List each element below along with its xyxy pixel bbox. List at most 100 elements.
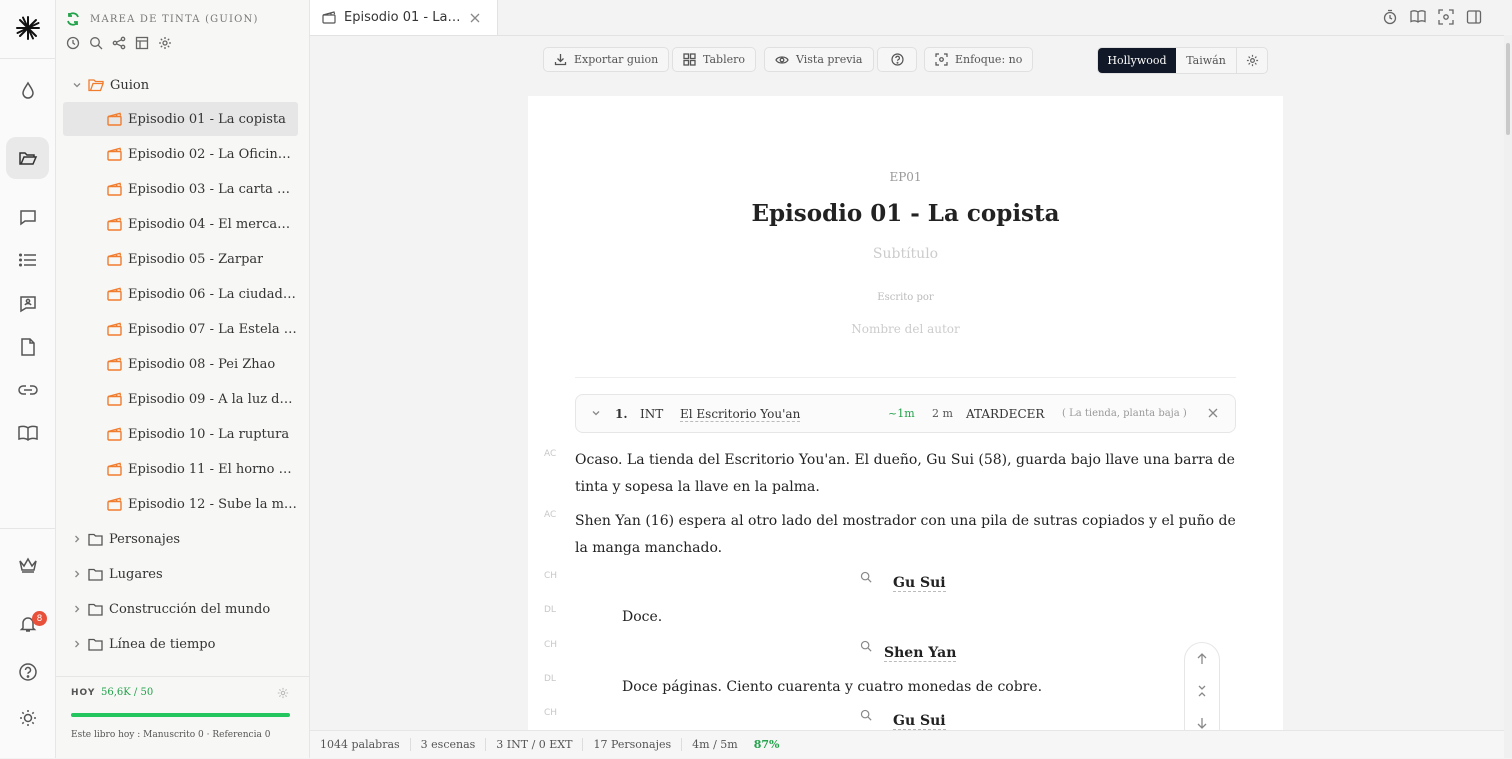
clapperboard-icon: [107, 112, 122, 126]
format-taiwan[interactable]: Taiwán: [1176, 48, 1237, 73]
folder-item[interactable]: Construcción del mundo: [72, 592, 270, 626]
timer-icon[interactable]: [1382, 9, 1398, 25]
close-icon[interactable]: [1208, 408, 1218, 418]
folder-icon: [88, 603, 103, 616]
search-icon[interactable]: [860, 709, 872, 721]
chevron-right-icon[interactable]: [72, 569, 82, 579]
message-icon[interactable]: [6, 196, 49, 238]
help-icon: [890, 53, 904, 66]
scene-time[interactable]: ATARDECER: [966, 407, 1044, 421]
daily-progress-bar: [71, 713, 290, 717]
episode-item[interactable]: Episodio 10 - La ruptura: [63, 417, 298, 451]
tag-action: AC: [544, 510, 557, 520]
episode-item[interactable]: Episodio 01 - La copista: [63, 102, 298, 136]
format-switch: Hollywood Taiwán: [1097, 47, 1268, 74]
close-icon[interactable]: [470, 13, 480, 23]
export-button[interactable]: Exportar guion: [543, 47, 670, 72]
tag-character: CH: [544, 640, 558, 650]
subtitle-field[interactable]: Subtítulo: [528, 246, 1283, 262]
grid-icon: [683, 53, 696, 66]
folder-open-icon[interactable]: [6, 137, 49, 179]
search-icon[interactable]: [89, 36, 103, 50]
episode-item[interactable]: Episodio 05 - Zarpar: [63, 242, 298, 276]
settings-icon[interactable]: [277, 687, 289, 699]
folder-guion[interactable]: Guion: [72, 68, 149, 102]
episode-item[interactable]: Episodio 02 - La Oficina de la Tinta: [63, 137, 298, 171]
character-name[interactable]: Gu Sui: [893, 575, 946, 592]
action-block[interactable]: Ocaso. La tienda del Escritorio You'an. …: [575, 447, 1236, 501]
sync-icon[interactable]: [66, 12, 80, 26]
message-user-icon[interactable]: [6, 283, 49, 325]
layout-icon[interactable]: [135, 36, 149, 50]
settings-icon[interactable]: [1237, 48, 1267, 73]
scene-int-ext[interactable]: INT: [640, 407, 663, 421]
dialogue-line[interactable]: Doce páginas. Ciento cuarenta y cuatro m…: [622, 679, 1042, 695]
collapse-icon[interactable]: [1196, 685, 1208, 697]
episode-title[interactable]: Episodio 01 - La copista: [528, 200, 1283, 227]
scene-duration[interactable]: 2 m: [932, 407, 953, 420]
list-icon[interactable]: [6, 239, 49, 281]
word-count: 1044 palabras: [320, 738, 411, 751]
chevron-down-icon[interactable]: [591, 408, 601, 418]
episode-item[interactable]: Episodio 06 - La ciudad sumergida: [63, 277, 298, 311]
settings-icon[interactable]: [158, 36, 172, 50]
episode-item[interactable]: Episodio 07 - La Estela sin nombre: [63, 312, 298, 346]
tab-episode-01[interactable]: Episodio 01 - La copista: [310, 0, 498, 35]
tag-character: CH: [544, 571, 558, 581]
book-open-icon[interactable]: [6, 412, 49, 454]
folder-label: Construcción del mundo: [109, 601, 271, 617]
sidebar-toggle-icon[interactable]: [1466, 9, 1482, 25]
episode-item[interactable]: Episodio 09 - A la luz de la lámpara: [63, 382, 298, 416]
share-icon[interactable]: [112, 36, 126, 50]
help-icon[interactable]: [6, 651, 49, 693]
folder-icon: [88, 638, 103, 651]
file-icon[interactable]: [6, 326, 49, 368]
character-name[interactable]: Gu Sui: [893, 713, 946, 730]
arrow-up-icon[interactable]: [1196, 653, 1208, 665]
character-name[interactable]: Shen Yan: [884, 645, 957, 662]
scene-number: 1.: [615, 407, 628, 421]
folder-label: Personajes: [109, 531, 181, 547]
ink-drop-icon[interactable]: [6, 69, 49, 111]
episode-item[interactable]: Episodio 04 - El mercado nocturno: [63, 207, 298, 241]
sun-icon[interactable]: [6, 697, 49, 739]
chevron-right-icon[interactable]: [72, 604, 82, 614]
link-icon[interactable]: [6, 369, 49, 411]
scrollbar[interactable]: [1504, 35, 1512, 758]
help-button[interactable]: [877, 47, 917, 72]
scene-note[interactable]: ( La tienda, planta baja ): [1062, 408, 1187, 419]
folder-item[interactable]: Ma: [72, 662, 130, 668]
chevron-down-icon[interactable]: [72, 80, 82, 90]
episode-label: Episodio 11 - El horno de piedra: [128, 461, 298, 477]
preview-button[interactable]: Vista previa: [764, 47, 874, 72]
logo-icon[interactable]: [6, 7, 49, 49]
focus-toggle-button[interactable]: Enfoque: no: [924, 47, 1034, 72]
chevron-right-icon[interactable]: [72, 639, 82, 649]
book-edit-icon[interactable]: [1410, 9, 1426, 25]
dialogue-line[interactable]: Doce.: [622, 609, 662, 625]
time-estimate: 4m / 5m: [692, 738, 738, 751]
action-block[interactable]: Shen Yan (16) espera al otro lado del mo…: [575, 508, 1236, 562]
episode-item[interactable]: Episodio 11 - El horno de piedra: [63, 452, 298, 486]
scene-heading[interactable]: 1. INT El Escritorio You'an ~1m 2 m ATAR…: [575, 394, 1236, 433]
crown-icon[interactable]: [6, 544, 49, 586]
history-icon[interactable]: [66, 36, 80, 50]
board-button[interactable]: Tablero: [672, 47, 756, 72]
folder-item[interactable]: Personajes: [72, 522, 180, 556]
daily-progress: HOY 56,6K / 50 Este libro hoy : Manuscri…: [56, 676, 309, 759]
folder-item[interactable]: Lugares: [72, 557, 163, 591]
search-icon[interactable]: [860, 571, 872, 583]
focus-icon[interactable]: [1438, 9, 1454, 25]
search-icon[interactable]: [860, 640, 872, 652]
scene-count: 3 escenas: [411, 738, 487, 751]
arrow-down-icon[interactable]: [1196, 717, 1208, 729]
episode-item[interactable]: Episodio 12 - Sube la marea: [63, 487, 298, 521]
clapperboard-icon: [107, 427, 122, 441]
format-hollywood[interactable]: Hollywood: [1098, 48, 1176, 73]
author-field[interactable]: Nombre del autor: [528, 322, 1283, 336]
episode-item[interactable]: Episodio 03 - La carta de sangre: [63, 172, 298, 206]
folder-item[interactable]: Línea de tiempo: [72, 627, 215, 661]
scene-location[interactable]: El Escritorio You'an: [680, 407, 801, 422]
chevron-right-icon[interactable]: [72, 534, 82, 544]
episode-item[interactable]: Episodio 08 - Pei Zhao: [63, 347, 298, 381]
